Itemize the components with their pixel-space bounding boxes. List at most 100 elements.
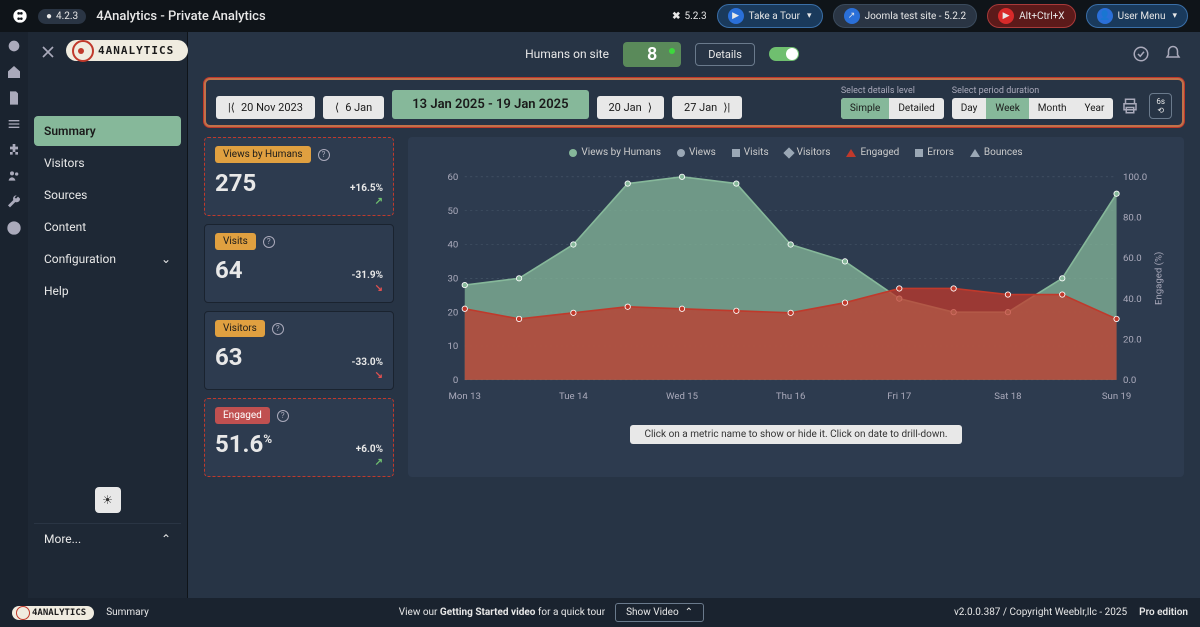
filter-bar: |⟨20 Nov 2023 ⟨6 Jan 13 Jan 2025 - 19 Ja… — [204, 78, 1184, 127]
dashboard-icon[interactable] — [6, 38, 22, 54]
sidebar-more-button[interactable]: More...⌃ — [34, 523, 181, 554]
chart-tip: Click on a metric name to show or hide i… — [630, 425, 961, 444]
sidebar-item-content[interactable]: Content — [34, 212, 181, 242]
sidebar-item-visitors[interactable]: Visitors — [34, 148, 181, 178]
content-header: Humans on site 8 Details — [188, 32, 1200, 76]
users-icon[interactable] — [6, 168, 22, 184]
svg-text:Tue 14: Tue 14 — [559, 391, 588, 402]
info-icon[interactable] — [6, 220, 22, 236]
details-level-group: Select details level Simple Detailed — [841, 86, 944, 119]
plugin-icon[interactable] — [6, 142, 22, 158]
sidebar: 4ANALYTICS Summary Visitors Sources Cont… — [28, 32, 188, 598]
svg-text:Engaged (%): Engaged (%) — [1153, 252, 1164, 305]
legend-item[interactable]: Errors — [915, 147, 954, 158]
joomla-icon — [12, 8, 28, 24]
metric-card[interactable]: Engaged ? 51.6% +6.0%↗ — [204, 398, 394, 477]
sidebar-item-summary[interactable]: Summary — [34, 116, 181, 146]
prev-date-button[interactable]: ⟨6 Jan — [323, 96, 384, 119]
live-toggle[interactable] — [769, 47, 799, 61]
chevron-up-icon: ⌃ — [161, 532, 171, 546]
details-button[interactable]: Details — [695, 43, 755, 66]
footer-video-text: View our Getting Started video for a qui… — [399, 607, 605, 618]
sidebar-item-help[interactable]: Help — [34, 276, 181, 306]
shortcut-button[interactable]: ▶Alt+Ctrl+X — [987, 4, 1075, 28]
chevron-down-icon: ▾ — [1172, 11, 1177, 21]
metric-card[interactable]: Views by Humans ? 275 +16.5%↗ — [204, 137, 394, 216]
metric-value: 64 — [215, 256, 243, 284]
footer-logo: 4ANALYTICS — [12, 606, 94, 620]
svg-text:Fri 17: Fri 17 — [887, 391, 911, 402]
home-icon[interactable] — [6, 64, 22, 80]
legend-item[interactable]: Views by Humans — [569, 147, 661, 158]
show-video-button[interactable]: Show Video⌃ — [615, 603, 704, 622]
svg-text:40.0: 40.0 — [1123, 294, 1142, 305]
icon-rail — [0, 32, 28, 598]
metric-delta: +16.5%↗ — [350, 183, 383, 207]
legend-item[interactable]: Visitors — [785, 147, 831, 158]
legend-item[interactable]: Engaged — [846, 147, 899, 158]
wrench-icon[interactable] — [6, 194, 22, 210]
svg-text:Sun 19: Sun 19 — [1102, 391, 1132, 402]
metric-card[interactable]: Visitors ? 63 -33.0%↘ — [204, 311, 394, 390]
legend-item[interactable]: Bounces — [970, 147, 1023, 158]
last-icon: ⟩| — [723, 101, 730, 114]
chart-svg[interactable]: 01020304050600.020.040.060.080.0100.0Eng… — [422, 164, 1170, 414]
user-menu-button[interactable]: 👤User Menu▾ — [1086, 4, 1188, 28]
first-icon: |⟨ — [228, 101, 235, 114]
sidebar-item-configuration[interactable]: Configuration⌄ — [34, 244, 181, 274]
close-icon[interactable] — [38, 42, 58, 62]
topbar: ● 4.2.3 4Analytics - Private Analytics ✖… — [0, 0, 1200, 32]
help-icon[interactable]: ? — [272, 323, 284, 335]
app-title: 4Analytics - Private Analytics — [96, 9, 265, 24]
sidebar-item-sources[interactable]: Sources — [34, 180, 181, 210]
take-tour-button[interactable]: ▶Take a Tour▾ — [717, 4, 823, 28]
svg-text:0.0: 0.0 — [1123, 375, 1136, 386]
help-icon[interactable]: ? — [318, 149, 330, 161]
svg-text:20: 20 — [448, 307, 459, 318]
svg-text:60: 60 — [448, 172, 459, 183]
period-week-button[interactable]: Week — [986, 98, 1028, 119]
help-icon[interactable]: ? — [263, 236, 275, 248]
period-duration-group: Select period duration Day Week Month Ye… — [952, 86, 1114, 119]
chevron-left-icon: ⟨ — [335, 101, 339, 114]
theme-toggle-button[interactable]: ☀ — [95, 487, 121, 513]
site-link-button[interactable]: ↗Joomla test site - 5.2.2 — [833, 4, 978, 28]
svg-text:40: 40 — [448, 240, 459, 251]
app-version-badge: ● 4.2.3 — [38, 9, 86, 24]
legend-item[interactable]: Views — [677, 147, 716, 158]
metric-card[interactable]: Visits ? 64 -31.9%↘ — [204, 224, 394, 303]
chevron-right-icon: ⟩ — [648, 101, 652, 114]
details-detailed-button[interactable]: Detailed — [889, 98, 943, 119]
bell-icon[interactable] — [1164, 45, 1182, 63]
chart-legend: Views by Humans Views Visits Visitors Engage… — [422, 147, 1170, 158]
svg-text:60.0: 60.0 — [1123, 253, 1142, 264]
humans-label: Humans on site — [525, 47, 609, 61]
svg-text:20.0: 20.0 — [1123, 334, 1142, 345]
chevron-up-icon: ⌃ — [685, 607, 693, 618]
details-simple-button[interactable]: Simple — [841, 98, 890, 119]
metric-delta: +6.0%↗ — [356, 444, 383, 468]
metric-cards: Views by Humans ? 275 +16.5%↗ Visits ? 6… — [204, 137, 394, 477]
metric-tag: Views by Humans — [215, 146, 311, 163]
period-month-button[interactable]: Month — [1029, 98, 1076, 119]
legend-item[interactable]: Visits — [732, 147, 769, 158]
period-day-button[interactable]: Day — [952, 98, 987, 119]
refresh-button[interactable]: 6s⟲ — [1149, 93, 1172, 119]
next-date-button[interactable]: 20 Jan⟩ — [597, 96, 665, 119]
help-icon[interactable]: ? — [277, 410, 289, 422]
chevron-down-icon: ⌄ — [161, 252, 171, 266]
dashboard-body: Views by Humans ? 275 +16.5%↗ Visits ? 6… — [188, 137, 1200, 477]
metric-delta: -31.9%↘ — [352, 270, 383, 294]
date-range-display[interactable]: 13 Jan 2025 - 19 Jan 2025 — [392, 90, 588, 119]
list-icon[interactable] — [6, 116, 22, 132]
content-area: Humans on site 8 Details |⟨20 Nov 2023 ⟨… — [188, 32, 1200, 598]
details-level-label: Select details level — [841, 86, 944, 96]
period-year-button[interactable]: Year — [1076, 98, 1114, 119]
file-icon[interactable] — [6, 90, 22, 106]
last-date-button[interactable]: 27 Jan⟩| — [672, 96, 742, 119]
svg-text:80.0: 80.0 — [1123, 213, 1142, 224]
footer: 4ANALYTICS Summary View our Getting Star… — [0, 598, 1200, 627]
first-date-button[interactable]: |⟨20 Nov 2023 — [216, 96, 315, 119]
print-icon[interactable] — [1121, 97, 1139, 115]
check-circle-icon[interactable] — [1132, 45, 1150, 63]
